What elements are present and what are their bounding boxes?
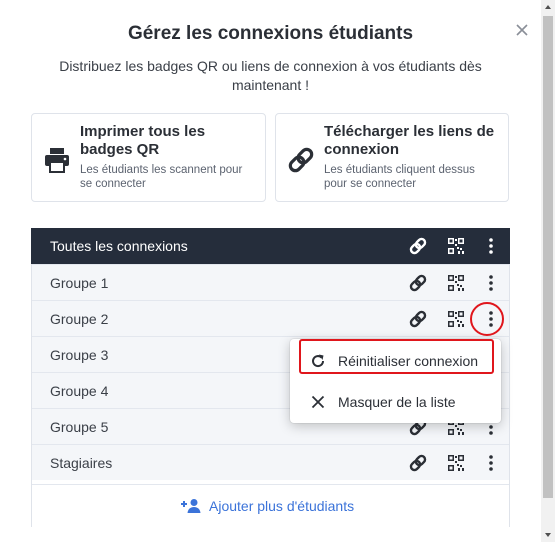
- link-icon[interactable]: [408, 453, 428, 473]
- add-students-button[interactable]: Ajouter plus d'étudiants: [32, 484, 509, 527]
- table-row: Groupe 2: [32, 300, 509, 336]
- caret-up-icon: [545, 5, 551, 9]
- table-row: Groupe 1: [32, 264, 509, 300]
- caret-down-icon: [545, 533, 551, 537]
- download-card-title: Télécharger les liens de connexion: [324, 123, 495, 158]
- more-options-icon[interactable]: [481, 273, 501, 293]
- qr-code-icon[interactable]: [446, 236, 466, 256]
- refresh-icon: [312, 354, 325, 368]
- row-label: Groupe 4: [50, 383, 109, 399]
- add-students-label: Ajouter plus d'étudiants: [209, 498, 355, 514]
- scroll-thumb[interactable]: [543, 16, 553, 498]
- table-header: Toutes les connexions: [31, 228, 510, 264]
- close-icon: [311, 395, 325, 409]
- printer-icon: [45, 148, 69, 173]
- menu-item-hide-from-list[interactable]: Masquer de la liste: [290, 384, 501, 420]
- more-options-icon[interactable]: [481, 309, 501, 329]
- row-label: Groupe 5: [50, 419, 109, 435]
- add-user-icon: [181, 499, 201, 513]
- row-context-menu: Réinitialiser connexion Masquer de la li…: [290, 339, 501, 423]
- download-links-card[interactable]: Télécharger les liens de connexion Les é…: [275, 113, 509, 202]
- row-label: Groupe 2: [50, 311, 109, 327]
- link-icon[interactable]: [408, 236, 428, 256]
- scrollbar[interactable]: [541, 0, 555, 542]
- more-options-icon[interactable]: [481, 236, 501, 256]
- print-qr-badges-card[interactable]: Imprimer tous les badges QR Les étudiant…: [31, 113, 266, 202]
- scroll-down-button[interactable]: [541, 528, 555, 542]
- link-icon[interactable]: [408, 273, 428, 293]
- table-header-label: Toutes les connexions: [50, 238, 188, 254]
- print-card-title: Imprimer tous les badges QR: [80, 123, 206, 158]
- row-label: Groupe 1: [50, 275, 109, 291]
- link-icon[interactable]: [408, 309, 428, 329]
- print-card-description: Les étudiants les scannent pour se conne…: [80, 164, 243, 190]
- qr-code-icon[interactable]: [446, 309, 466, 329]
- connections-modal: Gérez les connexions étudiants Distribue…: [0, 0, 541, 542]
- link-icon: [288, 147, 314, 173]
- menu-item-label: Masquer de la liste: [338, 394, 456, 410]
- modal-title: Gérez les connexions étudiants: [127, 23, 414, 44]
- table-row: Stagiaires: [32, 444, 509, 480]
- row-label: Stagiaires: [50, 455, 113, 471]
- modal-subtitle: Distribuez les badges QR ou liens de con…: [59, 58, 482, 93]
- qr-code-icon[interactable]: [446, 453, 466, 473]
- menu-item-label: Réinitialiser connexion: [338, 353, 479, 369]
- scroll-up-button[interactable]: [541, 0, 555, 14]
- row-label: Groupe 3: [50, 347, 109, 363]
- more-options-icon[interactable]: [481, 453, 501, 473]
- menu-item-reset-connection[interactable]: Réinitialiser connexion: [290, 343, 501, 379]
- download-card-description: Les étudiants cliquent dessus pour se co…: [324, 164, 475, 190]
- qr-code-icon[interactable]: [446, 273, 466, 293]
